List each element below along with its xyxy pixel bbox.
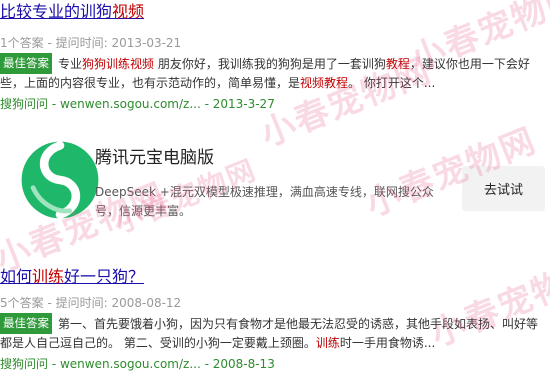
title-highlight: 训练	[32, 267, 65, 286]
snippet-highlight: 视频教程	[300, 76, 349, 90]
title-highlight: 视频	[112, 2, 145, 21]
search-result: 如何训练好一只狗？ 5个答案 - 提问时间: 2008-08-12 最佳答案 第一…	[0, 267, 550, 372]
result-snippet: 最佳答案 专业狗狗训练视频 朋友你好，我训练我的狗狗是用了一套训狗教程，建议你也用…	[0, 53, 540, 93]
snippet-text: 第一、首先要饿着小狗，因为只有食物才是他最无法忍受的诱惑，其他手段如表扬、叫好等…	[0, 317, 539, 350]
yuanbao-logo-icon	[21, 141, 99, 219]
snippet-highlight: 教程	[385, 57, 410, 71]
snippet-text: 。 你打开这个...	[348, 76, 436, 90]
best-answer-badge: 最佳答案	[0, 313, 52, 334]
result-title[interactable]: 比较专业的训狗视频	[0, 2, 550, 22]
result-title[interactable]: 如何训练好一只狗？	[0, 267, 550, 287]
result-title-link[interactable]: 如何训练好一只狗？	[0, 267, 144, 286]
result-meta: 5个答案 - 提问时间: 2008-08-12	[0, 296, 182, 310]
result-source-url[interactable]: 搜狗问问 - wenwen.sogou.com/z... - 2013-3-27	[0, 95, 550, 112]
title-text: 如何	[0, 267, 33, 286]
result-snippet: 最佳答案 第一、首先要饿着小狗，因为只有食物才是他最无法忍受的诱惑，其他手段如表扬…	[0, 313, 545, 353]
snippet-text: 时一手用食物诱...	[339, 336, 436, 350]
snippet-text: 专业	[58, 57, 83, 71]
snippet-highlight: 狗狗训练视频	[82, 57, 155, 71]
result-source-url[interactable]: 搜狗问问 - wenwen.sogou.com/z... - 2008-8-13	[0, 355, 550, 372]
result-title-link[interactable]: 比较专业的训狗视频	[0, 2, 144, 21]
best-answer-badge: 最佳答案	[0, 53, 52, 74]
result-meta: 1个答案 - 提问时间: 2013-03-21	[0, 36, 182, 50]
snippet-text: 朋友你好，我训练我的狗狗是用了一套训狗	[154, 57, 386, 71]
ad-description: DeepSeek +混元双模型极速推理，满血高速专线，联网搜公众号，信源更丰富。	[95, 185, 434, 218]
title-text: 比较专业的训狗	[0, 2, 113, 21]
search-result: 比较专业的训狗视频 1个答案 - 提问时间: 2013-03-21 最佳答案 专业…	[0, 2, 550, 112]
snippet-highlight: 训练	[315, 336, 340, 350]
app-ad-card[interactable]: 腾讯元宝电脑版 DeepSeek +混元双模型极速推理，满血高速专线，联网搜公众…	[0, 120, 550, 240]
title-text: 好一只狗？	[64, 267, 145, 286]
ad-title[interactable]: 腾讯元宝电脑版	[95, 143, 214, 168]
try-it-button[interactable]: 去试试	[462, 166, 545, 211]
